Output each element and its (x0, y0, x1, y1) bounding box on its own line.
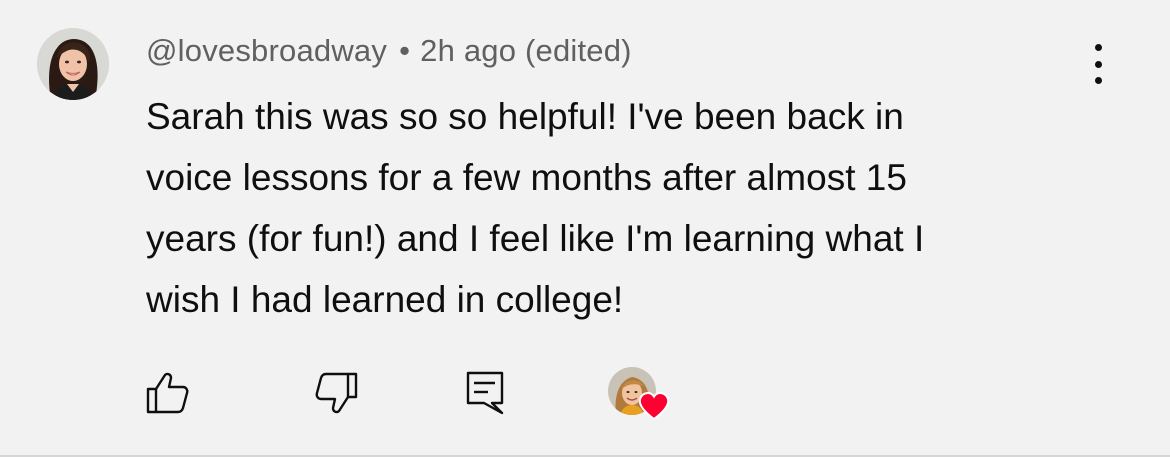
comment-meta: @lovesbroadway • 2h ago (edited) (146, 33, 632, 69)
author-avatar[interactable] (37, 28, 109, 100)
more-vertical-icon (1094, 44, 1102, 51)
comment-text-line: Sarah this was so so helpful! I've been … (146, 96, 904, 137)
heart-icon (638, 391, 670, 421)
edited-label: (edited) (524, 33, 632, 68)
thumb-down-icon (315, 372, 358, 414)
comment-timestamp[interactable]: 2h ago (420, 33, 516, 68)
reply-button[interactable] (462, 370, 508, 416)
comment-card: @lovesbroadway • 2h ago (edited) Sarah thi… (0, 0, 1170, 457)
reply-comment-icon (466, 371, 504, 415)
more-options-button[interactable] (1080, 42, 1116, 86)
more-vertical-icon-dot (1094, 60, 1102, 68)
meta-separator: • (399, 33, 411, 68)
dislike-button[interactable] (313, 370, 359, 416)
comment-text-line: wish I had learned in college! (146, 279, 624, 320)
thumb-up-icon (146, 372, 189, 414)
like-button[interactable] (145, 370, 191, 416)
comment-text: Sarah this was so so helpful! I've been … (146, 86, 1086, 330)
comment-text-line: voice lessons for a few months after alm… (146, 157, 907, 198)
creator-heart-badge[interactable] (608, 367, 670, 423)
comment-text-line: years (for fun!) and I feel like I'm lea… (146, 218, 925, 259)
author-handle[interactable]: @lovesbroadway (146, 33, 387, 68)
more-vertical-icon-dot (1094, 77, 1102, 84)
author-avatar-image (37, 28, 109, 100)
